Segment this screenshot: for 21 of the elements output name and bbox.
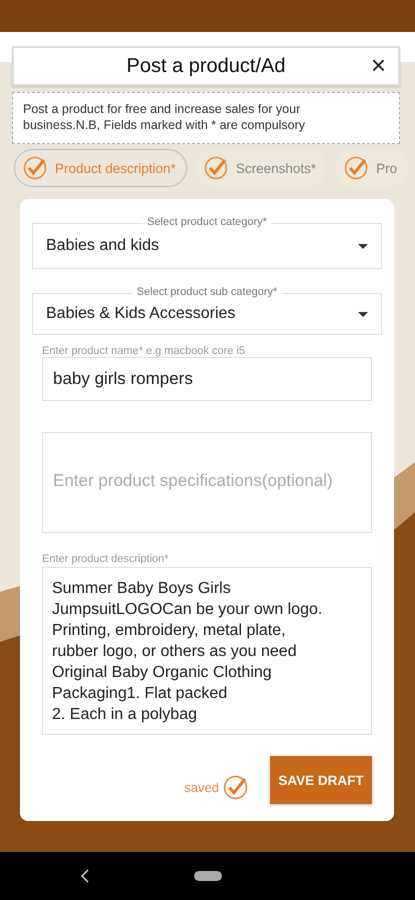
field-label: Select product category*: [143, 215, 271, 229]
home-pill[interactable]: [194, 871, 222, 881]
sub-category-dropdown[interactable]: Select product sub category* Babies & Kids Accessories: [32, 285, 382, 335]
caret-icon: [358, 312, 368, 316]
field-label: Enter product name* e.g macbook core i5: [42, 345, 246, 357]
field-label: Select product sub category*: [132, 285, 282, 299]
caret-icon: [358, 244, 368, 248]
category-dropdown[interactable]: Select product category* Babies and kids: [32, 215, 382, 269]
description-field[interactable]: Summer Baby Boys Girls JumpsuitLOGOCan be your own logo. Printing, embroidery, metal plate, rubber logo, or others as you need Original Baby Organic Clothing Packaging1. Flat packed 2. Each in a polybag: [42, 567, 372, 735]
info-notice: Post a product for free and increase sales for your business.N.B, Fields marked with * are compulsory: [12, 92, 400, 144]
product-name-field[interactable]: baby girls rompers: [42, 357, 372, 401]
check-icon: [23, 156, 47, 180]
back-icon[interactable]: [81, 869, 89, 883]
dialog-title: Post a product/Ad: [126, 54, 286, 78]
close-button[interactable]: ×: [366, 50, 390, 80]
check-icon: [204, 156, 228, 180]
save-draft-button[interactable]: SAVE DRAFT: [270, 756, 372, 804]
saved-label: saved: [184, 780, 219, 794]
field-label: Enter product description*: [42, 553, 170, 565]
specifications-field[interactable]: Enter product specifications(optional): [42, 432, 372, 533]
check-icon: [344, 156, 368, 180]
